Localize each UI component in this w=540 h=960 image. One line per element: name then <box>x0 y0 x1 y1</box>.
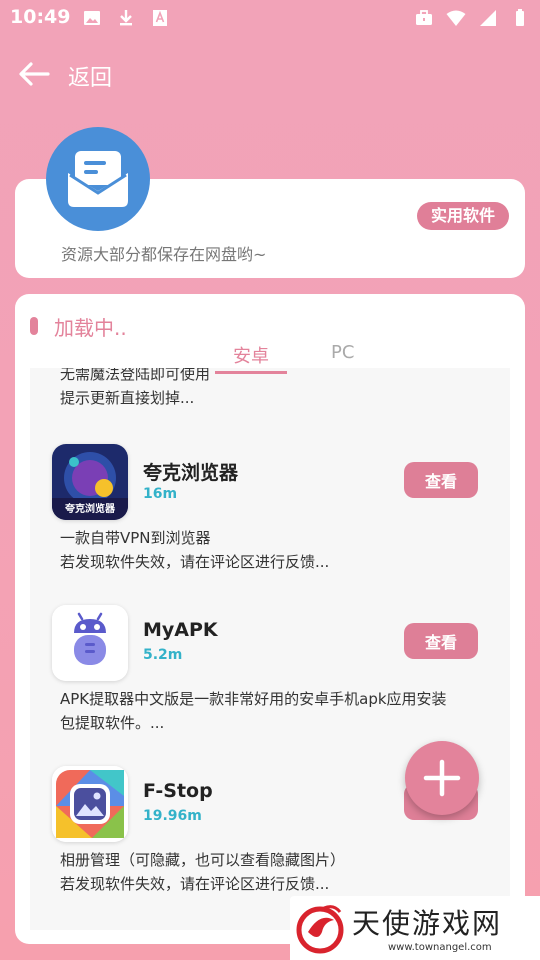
loading-indicator: 加载中.. <box>30 312 127 340</box>
angel-logo-icon <box>296 905 344 954</box>
signal-icon <box>480 10 496 26</box>
status-time: 10:49 <box>10 6 71 28</box>
watermark-title: 天使游戏网 <box>352 907 503 940</box>
plus-icon <box>423 759 461 797</box>
font-icon <box>153 10 167 26</box>
app-header: 返回 <box>0 52 540 96</box>
list-item[interactable]: 夸克浏览器 夸克浏览器 16m 查看 一款自带VPN到浏览器 若发现软件失效，请… <box>30 444 510 604</box>
site-watermark: 天使游戏网 www.townangel.com <box>290 896 540 960</box>
resource-list-card: 加载中.. 安卓 PC 无需魔法登陆即可使用 提示更新直接划掉... 夸克浏览器 <box>15 294 525 944</box>
app-name: F-Stop <box>143 780 213 802</box>
battery-icon <box>516 9 524 26</box>
category-badge: 实用软件 <box>416 202 509 230</box>
loading-bar-icon <box>30 317 38 335</box>
app-name: 夸克浏览器 <box>143 462 239 484</box>
quark-icon-label: 夸克浏览器 <box>65 504 115 515</box>
android-robot-icon <box>52 605 128 681</box>
loading-text: 加载中.. <box>54 315 127 340</box>
wifi-icon <box>446 10 466 26</box>
app-size: 16m <box>143 486 178 502</box>
app-description: 相册管理（可隐藏，也可以查看隐藏图片） 若发现软件失效，请在评论区进行反馈... <box>60 851 346 893</box>
app-description: 资源大部分都保存在网盘哟~ <box>61 245 267 264</box>
quark-browser-icon: 夸克浏览器 <box>52 444 128 520</box>
view-button[interactable]: 查看 <box>404 623 478 659</box>
f-stop-gallery-icon <box>52 766 128 842</box>
previous-item-description: 无需魔法登陆即可使用 提示更新直接划掉... <box>60 368 211 407</box>
platform-tabs: 安卓 PC <box>215 342 372 374</box>
app-description: APK提取器中文版是一款非常好用的安卓手机apk应用安装 包提取软件。... <box>60 690 447 732</box>
add-button[interactable] <box>405 741 479 815</box>
watermark-url: www.townangel.com <box>388 942 492 953</box>
download-icon <box>120 10 132 26</box>
app-name: MyAPK <box>143 619 218 641</box>
tab-pc[interactable]: PC <box>313 342 372 370</box>
app-description: 一款自带VPN到浏览器 若发现软件失效，请在评论区进行反馈... <box>60 529 330 571</box>
app-size: 19.96m <box>143 808 202 824</box>
back-label[interactable]: 返回 <box>68 60 112 92</box>
tab-android[interactable]: 安卓 <box>215 342 287 374</box>
view-button[interactable]: 查看 <box>404 462 478 498</box>
app-size: 5.2m <box>143 647 183 663</box>
mail-message-icon <box>46 127 150 231</box>
app-list[interactable]: 无需魔法登陆即可使用 提示更新直接划掉... 夸克浏览器 夸克浏览器 16m 查… <box>30 368 510 930</box>
status-bar: 10:49 <box>0 0 540 36</box>
arrow-left-icon[interactable] <box>16 56 52 92</box>
briefcase-icon <box>416 10 432 25</box>
image-icon <box>84 11 100 25</box>
